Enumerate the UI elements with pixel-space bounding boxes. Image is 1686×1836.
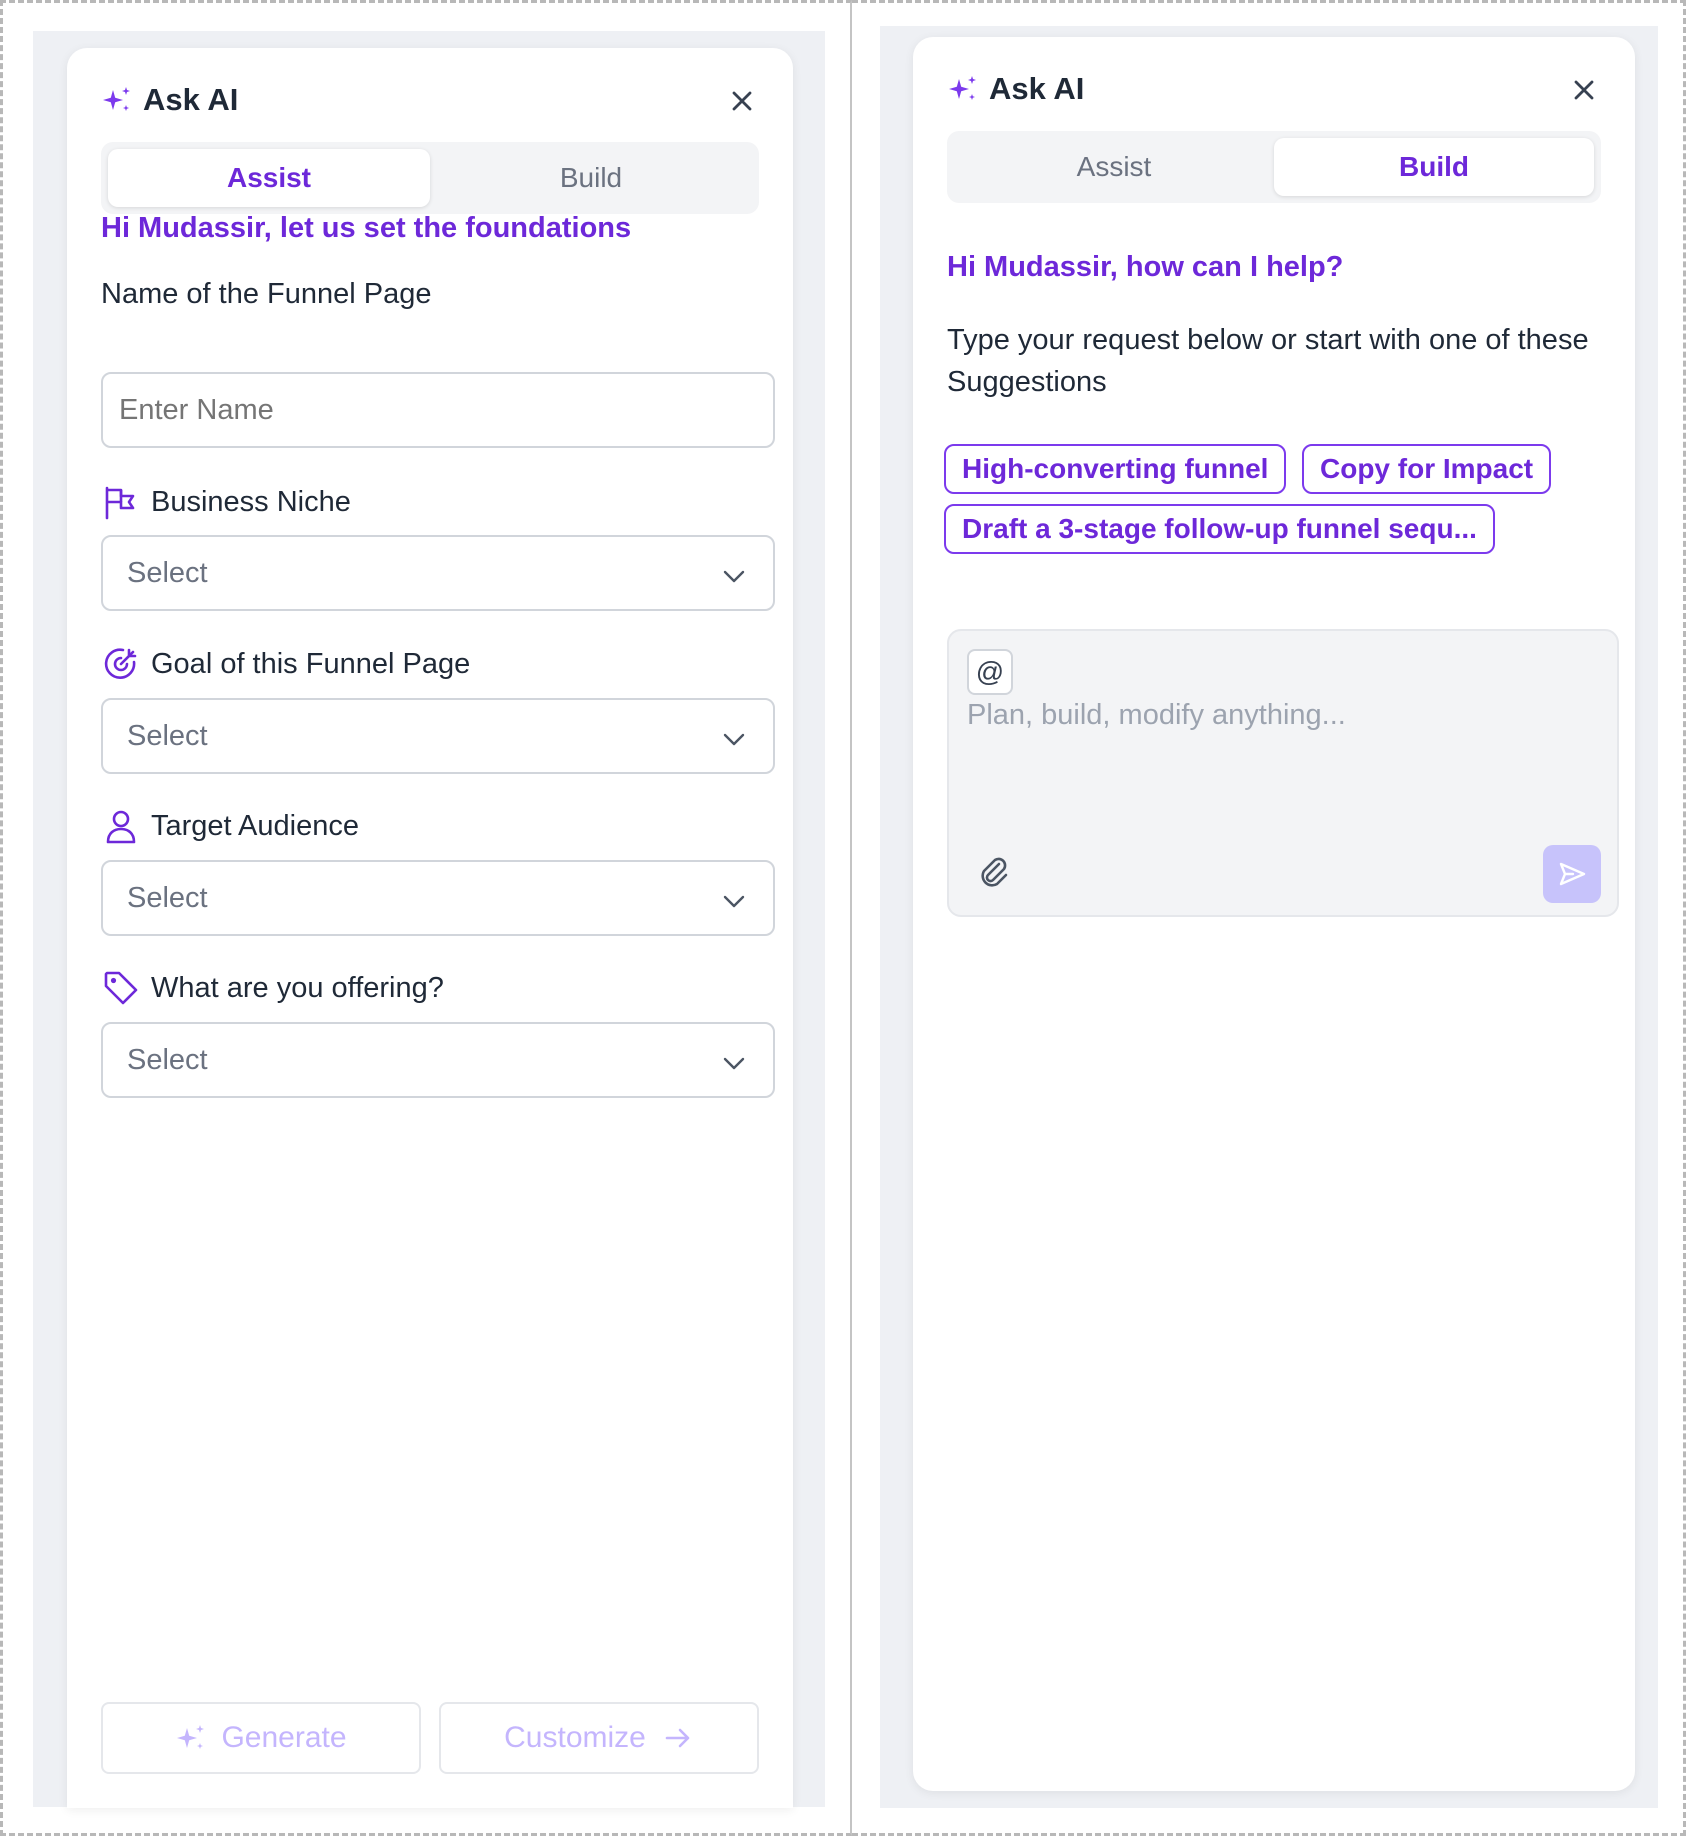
flag-icon	[105, 486, 135, 520]
panel-header: Ask AI	[101, 80, 759, 120]
paperclip-icon[interactable]	[975, 853, 1011, 889]
customize-label: Customize	[504, 1721, 646, 1754]
tab-build[interactable]: Build	[430, 149, 752, 207]
goal-select[interactable]: Select	[101, 698, 775, 774]
mention-button[interactable]: @	[967, 649, 1013, 695]
target-audience-value: Select	[127, 881, 208, 914]
sparkle-icon	[949, 76, 976, 100]
business-niche-text: Business Niche	[151, 485, 351, 518]
generate-label: Generate	[221, 1721, 347, 1754]
business-niche-label: Business Niche	[101, 482, 351, 522]
tag-icon	[104, 971, 138, 1005]
prompt-composer: @	[947, 629, 1619, 917]
tab-assist[interactable]: Assist	[108, 149, 430, 207]
ask-ai-panel-assist: Ask AI Assist Build Hi Mudassir, let us …	[67, 48, 793, 1808]
greeting-text: Hi Mudassir, let us set the foundations	[101, 212, 632, 244]
sparkle-icon	[103, 87, 130, 111]
offering-select[interactable]: Select	[101, 1022, 775, 1098]
sparkle-icon	[177, 1725, 205, 1749]
goal-value: Select	[127, 719, 208, 752]
close-icon[interactable]	[725, 84, 759, 118]
panel-header: Ask AI	[947, 69, 1601, 109]
target-audience-text: Target Audience	[151, 809, 359, 842]
suggestion-chip[interactable]: High-converting funnel	[944, 444, 1287, 494]
goal-text: Goal of this Funnel Page	[151, 647, 471, 680]
business-niche-select[interactable]: Select	[101, 535, 775, 611]
target-audience-select[interactable]: Select	[101, 860, 775, 936]
goal-label: Goal of this Funnel Page	[101, 644, 470, 684]
offering-label: What are you offering?	[101, 968, 444, 1008]
chevron-down-icon	[723, 1057, 745, 1070]
target-icon	[104, 648, 137, 679]
description-text: Type your request below or start with on…	[947, 324, 1589, 398]
offering-text: What are you offering?	[151, 971, 444, 1004]
panel-title: Ask AI	[989, 71, 1085, 106]
target-audience-label: Target Audience	[101, 806, 359, 846]
send-icon	[1559, 862, 1586, 886]
generate-button[interactable]: Generate	[101, 1702, 421, 1774]
mode-tabs: Assist Build	[947, 131, 1601, 203]
ask-ai-panel-build: Ask AI Assist Build Hi Mudassir, how can…	[913, 37, 1635, 1791]
funnel-name-label: Name of the Funnel Page	[101, 278, 432, 310]
panel-title: Ask AI	[143, 82, 239, 117]
suggestion-chip[interactable]: Draft a 3-stage follow-up funnel sequ...	[944, 504, 1495, 554]
tab-build[interactable]: Build	[1274, 138, 1594, 196]
mode-tabs: Assist Build	[101, 142, 759, 214]
user-icon	[106, 810, 136, 844]
greeting-text: Hi Mudassir, how can I help?	[947, 251, 1344, 283]
send-button[interactable]	[1543, 845, 1601, 903]
chevron-down-icon	[723, 895, 745, 908]
prompt-input[interactable]	[967, 699, 1587, 809]
customize-button[interactable]: Customize	[439, 1702, 759, 1774]
chevron-down-icon	[723, 733, 745, 746]
business-niche-value: Select	[127, 556, 208, 589]
funnel-name-input[interactable]	[101, 372, 775, 448]
offering-value: Select	[127, 1043, 208, 1076]
suggestion-chip[interactable]: Copy for Impact	[1302, 444, 1552, 494]
arrow-right-icon	[665, 1728, 690, 1748]
chevron-down-icon	[723, 570, 745, 583]
tab-assist[interactable]: Assist	[954, 138, 1274, 196]
close-icon[interactable]	[1567, 73, 1601, 107]
